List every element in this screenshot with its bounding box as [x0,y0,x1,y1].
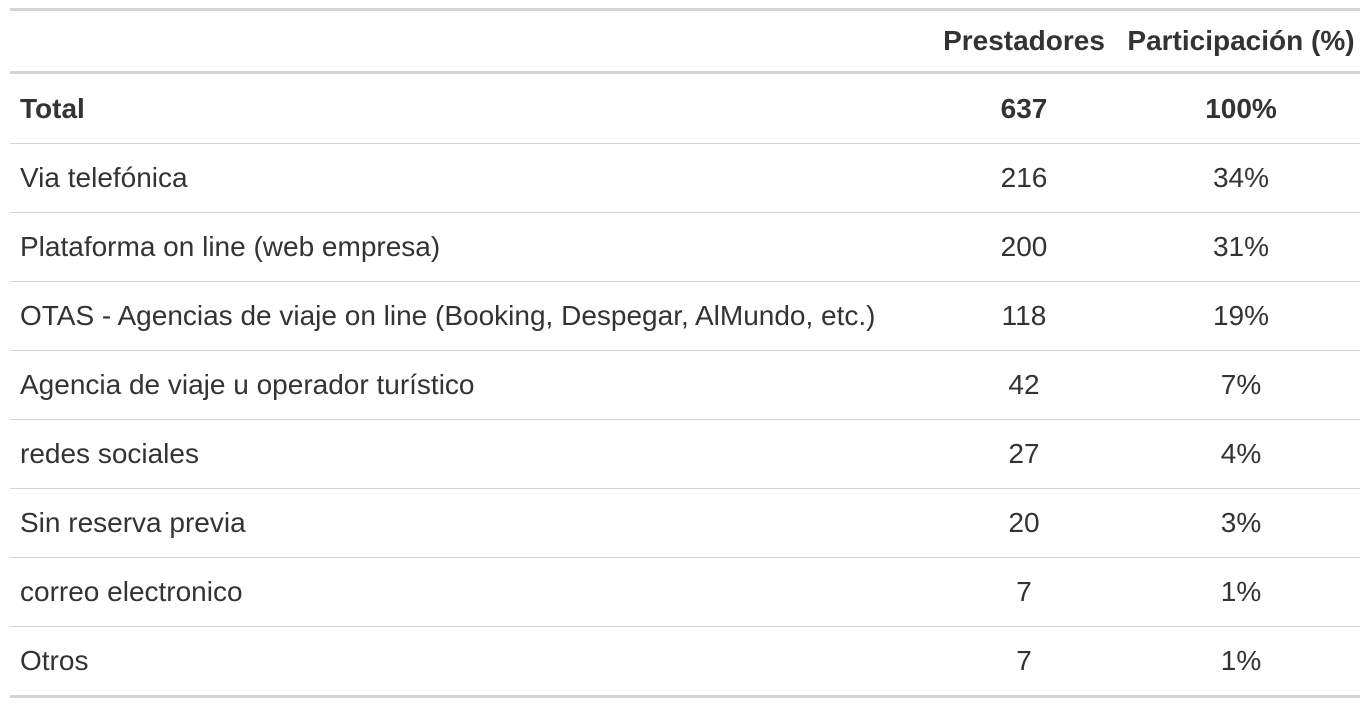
table-row: correo electronico 7 1% [10,557,1360,627]
row-participacion: 1% [1122,557,1360,627]
table-row: Sin reserva previa 20 3% [10,488,1360,558]
table-row: Plataforma on line (web empresa) 200 31% [10,212,1360,282]
header-participacion: Participación (%) [1122,9,1360,74]
header-label [10,9,926,74]
row-prestadores: 118 [926,281,1122,351]
table-row: Agencia de viaje u operador turístico 42… [10,350,1360,420]
row-participacion: 31% [1122,212,1360,282]
row-participacion: 3% [1122,488,1360,558]
row-participacion: 1% [1122,626,1360,697]
row-participacion: 19% [1122,281,1360,351]
row-prestadores: 42 [926,350,1122,420]
row-participacion: 7% [1122,350,1360,420]
table-row: Via telefónica 216 34% [10,143,1360,213]
row-label: Total [20,92,85,124]
row-label: Otros [10,626,926,697]
row-prestadores: 216 [926,143,1122,213]
row-participacion: 4% [1122,419,1360,489]
row-prestadores: 27 [926,419,1122,489]
row-prestadores: 637 [1000,92,1048,124]
row-label: Agencia de viaje u operador turístico [10,350,926,420]
table-row: Otros 7 1% [10,626,1360,697]
row-prestadores: 7 [926,557,1122,627]
header-row: Prestadores Participación (%) [10,9,1360,74]
table-row-total: Total 637 100% [10,73,1360,144]
row-label: OTAS - Agencias de viaje on line (Bookin… [10,281,926,351]
row-prestadores: 20 [926,488,1122,558]
row-label: correo electronico [10,557,926,627]
row-prestadores: 7 [926,626,1122,697]
row-label: Plataforma on line (web empresa) [10,212,926,282]
table-header: Prestadores Participación (%) [10,9,1360,74]
row-label: Sin reserva previa [10,488,926,558]
header-prestadores: Prestadores [926,9,1122,74]
table-row: OTAS - Agencias de viaje on line (Bookin… [10,281,1360,351]
table-body: Total 637 100% Via telefónica 216 34% Pl… [10,73,1360,697]
data-table-container: Prestadores Participación (%) Total 637 … [10,8,1360,698]
data-table: Prestadores Participación (%) Total 637 … [10,8,1360,698]
row-participacion: 34% [1122,143,1360,213]
row-label: Via telefónica [10,143,926,213]
table-row: redes sociales 27 4% [10,419,1360,489]
row-participacion: 100% [1205,92,1277,124]
row-prestadores: 200 [926,212,1122,282]
row-label: redes sociales [10,419,926,489]
